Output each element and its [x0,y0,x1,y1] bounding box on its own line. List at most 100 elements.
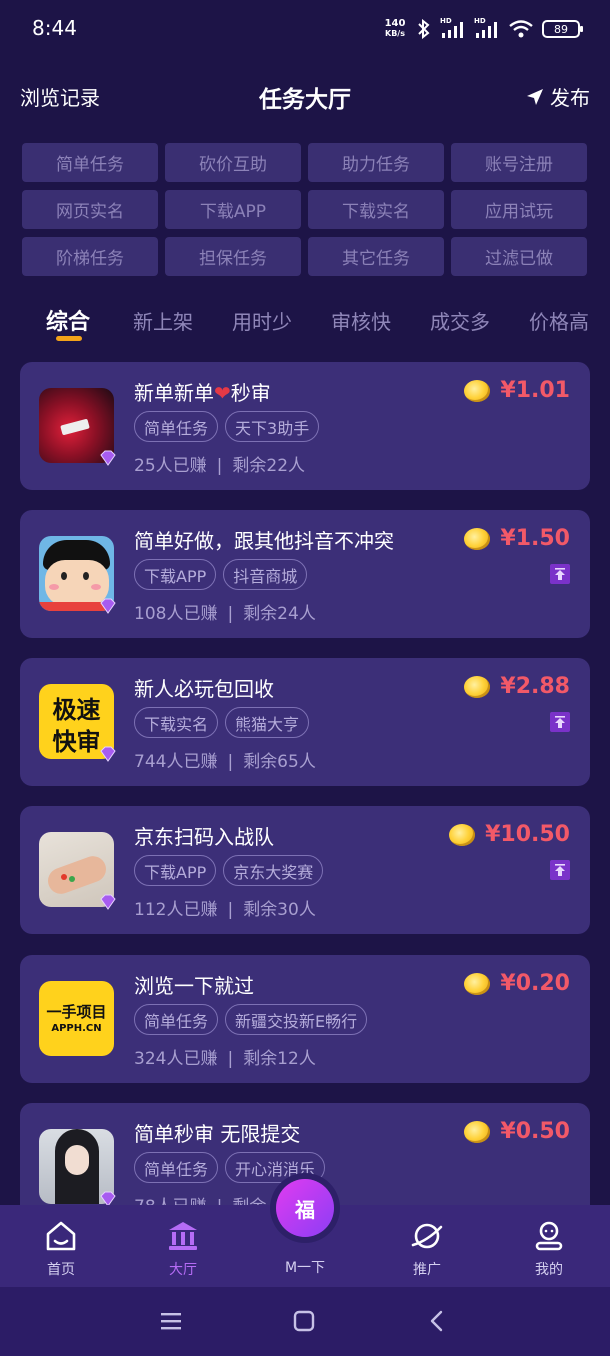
task-price: ¥0.20 [464,971,570,996]
category-button[interactable]: 下载实名 [308,190,444,229]
category-button[interactable]: 账号注册 [451,143,587,182]
task-stats: 25人已赚 | 剩余22人 [134,451,305,476]
category-button[interactable]: 砍价互助 [165,143,301,182]
history-link[interactable]: 浏览记录 [20,82,100,111]
send-icon [527,88,543,105]
category-button[interactable]: 阶梯任务 [22,237,158,276]
category-button[interactable]: 担保任务 [165,237,301,276]
back-button[interactable] [421,1305,453,1337]
category-button[interactable]: 简单任务 [22,143,158,182]
signal-icon-2: HD [474,17,500,39]
task-tags: 简单任务 开心消消乐 [134,1152,326,1183]
task-tags: 下载APP 京东大奖赛 [134,855,324,886]
home-system-button[interactable] [288,1305,320,1337]
coin-icon [464,527,491,550]
task-tags: 简单任务 新疆交投新E畅行 [134,1004,368,1035]
price-value: ¥2.88 [500,674,570,699]
net-speed-value: 140 [384,18,406,29]
task-title: 新单新单❤秒审 [134,377,271,406]
task-card[interactable]: 简单好做，跟其他抖音不冲突 下载APP 抖音商城 108人已赚 | 剩余24人 ¥1… [20,510,590,638]
tab-overall[interactable]: 综合 [46,304,90,336]
task-thumbnail: 一手项目 APPH.CN [39,981,114,1056]
task-card[interactable]: 新单新单❤秒审 简单任务 天下3助手 25人已赚 | 剩余22人 ¥1.01 [20,362,590,490]
bottom-nav: 首页 大厅 福 M一下 推广 我的 [0,1179,610,1287]
category-button[interactable]: 网页实名 [22,190,158,229]
nav-promote-label: 推广 [413,1262,441,1278]
nav-hall[interactable]: 大厅 [143,1219,223,1279]
hall-icon [169,1222,197,1250]
remaining-count: 剩余22人 [232,456,306,476]
price-value: ¥1.01 [500,378,570,403]
pin-top-icon[interactable] [550,712,570,732]
page-title: 任务大厅 [259,87,351,113]
tab-fast-review[interactable]: 审核快 [331,306,391,335]
task-tag: 熊猫大亨 [225,707,310,738]
earned-count: 324人已赚 [134,1049,218,1069]
thumb-text-line1: 一手项目 [46,1003,107,1021]
pin-top-icon[interactable] [550,564,570,584]
nav-mine[interactable]: 我的 [509,1219,589,1279]
heart-icon: ❤ [214,381,231,405]
task-card[interactable]: 京东扫码入战队 下载APP 京东大奖赛 112人已赚 | 剩余30人 ¥10.50 [20,806,590,934]
tab-newest[interactable]: 新上架 [133,306,193,335]
status-icons: 140 KB/s HD HD 89 [382,16,583,42]
category-button[interactable]: 过滤已做 [451,237,587,276]
task-stats: 744人已赚 | 剩余65人 [134,747,316,772]
nav-center-label: M一下 [284,1260,326,1276]
menu-icon [161,1313,181,1330]
publish-label: 发布 [550,86,590,110]
battery-icon: 89 [542,20,583,38]
task-price: ¥10.50 [449,822,570,847]
task-card[interactable]: 一手项目 APPH.CN 浏览一下就过 简单任务 新疆交投新E畅行 324人已赚… [20,955,590,1083]
active-tab-indicator [56,336,82,341]
header: 浏览记录 任务大厅 发布 [0,70,610,118]
tab-highest-price[interactable]: 价格高 [529,306,589,335]
task-tag: 简单任务 [134,1152,219,1183]
pin-top-icon[interactable] [550,860,570,880]
task-card[interactable]: 极速 快审 新人必玩包回收 下载实名 熊猫大亨 744人已赚 | 剩余65人 ¥2.… [20,658,590,786]
task-tags: 下载APP 抖音商城 [134,559,308,590]
battery-level: 89 [554,22,568,36]
lucky-button[interactable]: 福 [276,1179,334,1237]
task-title: 简单好做，跟其他抖音不冲突 [134,529,394,553]
task-title: 新人必玩包回收 [134,677,274,701]
coin-icon [464,1120,491,1143]
tab-most-deals[interactable]: 成交多 [430,306,490,335]
task-tags: 下载实名 熊猫大亨 [134,707,310,738]
back-arrow-icon [430,1310,443,1332]
task-stats: 78人已赚 | 剩余 [134,1192,266,1205]
task-stats: 108人已赚 | 剩余24人 [134,599,316,624]
task-price: ¥1.01 [464,378,570,403]
remaining-count: 剩余 [232,1197,266,1205]
remaining-count: 剩余65人 [243,752,316,772]
task-tag: 下载实名 [134,707,219,738]
recent-apps-button[interactable] [155,1305,187,1337]
bluetooth-icon [416,19,432,39]
task-price: ¥0.50 [464,1119,570,1144]
nav-promote[interactable]: 推广 [387,1219,467,1279]
nav-hall-label: 大厅 [169,1262,197,1278]
category-button[interactable]: 下载APP [165,190,301,229]
remaining-count: 剩余30人 [243,900,316,920]
task-title-text: 新单新单 [134,381,214,405]
publish-button[interactable]: 发布 [526,82,590,111]
task-title: 简单秒审 无限提交 [134,1122,301,1146]
category-button[interactable]: 助力任务 [308,143,444,182]
thumb-text-line2: APPH.CN [51,1023,102,1034]
tab-least-time[interactable]: 用时少 [232,306,292,335]
stats-divider: | [227,752,234,772]
earned-count: 108人已赚 [134,604,218,624]
task-stats: 324人已赚 | 剩余12人 [134,1044,316,1069]
net-speed-unit: KB/s [385,29,405,38]
square-icon [293,1310,315,1332]
category-button[interactable]: 应用试玩 [451,190,587,229]
nav-mine-label: 我的 [535,1262,563,1278]
price-value: ¥0.50 [500,1119,570,1144]
category-button[interactable]: 其它任务 [308,237,444,276]
task-price: ¥1.50 [464,526,570,551]
price-value: ¥1.50 [500,526,570,551]
task-list[interactable]: 新单新单❤秒审 简单任务 天下3助手 25人已赚 | 剩余22人 ¥1.01 简单好… [20,362,590,1205]
nav-home[interactable]: 首页 [21,1219,101,1279]
task-tags: 简单任务 天下3助手 [134,411,320,442]
task-tag: 下载APP [134,855,217,886]
